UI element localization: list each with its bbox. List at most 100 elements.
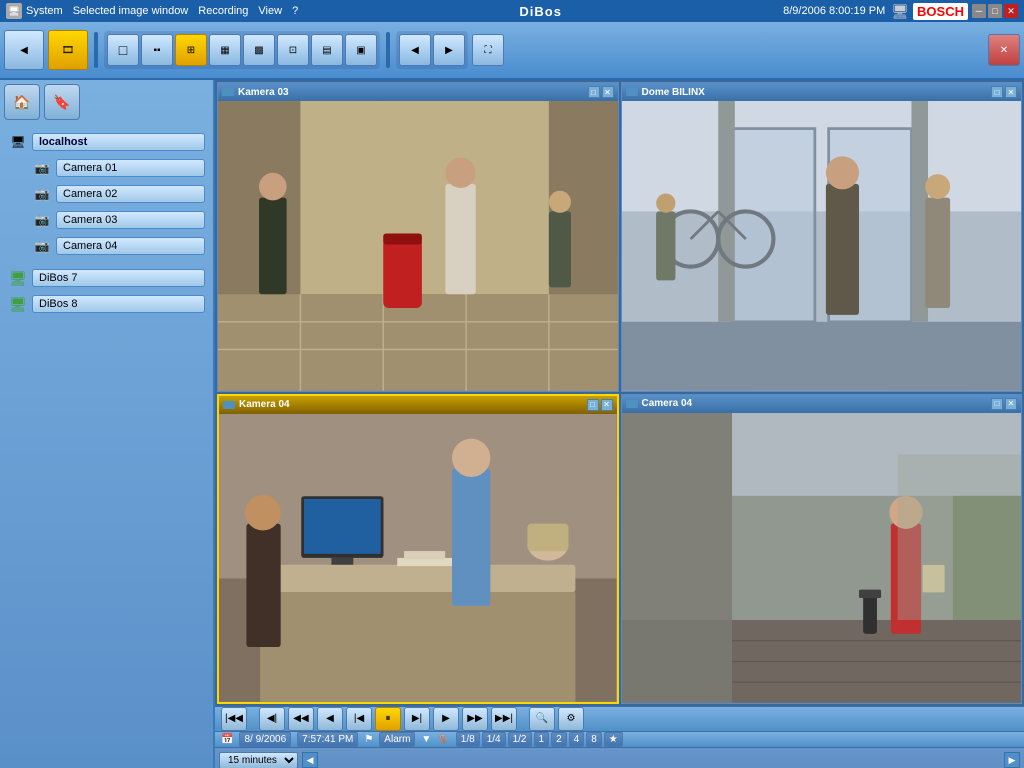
tree-label-camera02: Camera 02 bbox=[56, 185, 205, 203]
layout-9-button[interactable]: ⊡ bbox=[277, 34, 309, 66]
toolbar-back-button[interactable]: ◀ bbox=[4, 30, 44, 70]
pb-pause-button[interactable]: ⏸ bbox=[375, 707, 401, 731]
pb-fast-fwd-button[interactable]: ▶▶ bbox=[462, 707, 488, 731]
step-back-icon: |◀ bbox=[354, 713, 364, 724]
camera-icon-04: 📷 bbox=[32, 236, 52, 256]
cam-close-kamera04[interactable]: ✕ bbox=[601, 399, 613, 411]
cam-record-icon-kamera04 bbox=[223, 401, 235, 409]
fullscreen-button[interactable]: ⛶ bbox=[472, 34, 504, 66]
speed-2[interactable]: 2 bbox=[551, 732, 567, 747]
cam-minimize-kamera03[interactable]: □ bbox=[588, 86, 600, 98]
menu-bar: System Selected image window Recording V… bbox=[26, 5, 298, 17]
sidebar: 🏠 🔖 🖥 localhost 📷 Camera 01 📷 Camera 02 bbox=[0, 80, 215, 768]
camera-titlebar-kamera04: Kamera 04 □ ✕ bbox=[219, 396, 617, 414]
system-icon: 🖥 bbox=[6, 3, 22, 19]
tree-item-camera01[interactable]: 📷 Camera 01 bbox=[28, 156, 209, 180]
menu-system[interactable]: System bbox=[26, 5, 63, 17]
pb-step-back-button[interactable]: |◀ bbox=[346, 707, 372, 731]
camera-window-camera04[interactable]: Camera 04 □ ✕ bbox=[621, 394, 1023, 704]
speed-1-2[interactable]: 1/2 bbox=[508, 732, 532, 747]
pb-skip-start-button[interactable]: |◀◀ bbox=[221, 707, 247, 731]
close-view-icon: ✕ bbox=[1000, 45, 1008, 56]
speed-4[interactable]: 4 bbox=[569, 732, 585, 747]
bosch-logo: BOSCH bbox=[913, 3, 968, 20]
speed-1-4[interactable]: 1/4 bbox=[482, 732, 506, 747]
speed-max[interactable]: ★ bbox=[604, 732, 623, 747]
cam-record-icon-dome bbox=[626, 88, 638, 96]
layout-2-button[interactable]: ▪▪ bbox=[141, 34, 173, 66]
speed-1[interactable]: 1 bbox=[534, 732, 550, 747]
speed-1-8[interactable]: 1/8 bbox=[456, 732, 480, 747]
menu-selected-image[interactable]: Selected image window bbox=[73, 5, 189, 17]
pb-search-button[interactable]: 🔍 bbox=[529, 707, 555, 731]
tree-label-camera01: Camera 01 bbox=[56, 159, 205, 177]
speed-controls: 1/8 1/4 1/2 1 2 4 8 ★ bbox=[456, 732, 623, 747]
close-view-button[interactable]: ✕ bbox=[988, 34, 1020, 66]
cam-minimize-camera04[interactable]: □ bbox=[991, 398, 1003, 410]
pb-fast-back-button[interactable]: ◀◀ bbox=[288, 707, 314, 731]
camera-icon-02: 📷 bbox=[32, 184, 52, 204]
tree-item-dibos8[interactable]: 🖥 DiBos 8 bbox=[4, 292, 209, 316]
tree-item-camera04[interactable]: 📷 Camera 04 bbox=[28, 234, 209, 258]
cam-close-kamera03[interactable]: ✕ bbox=[602, 86, 614, 98]
prev-frame-icon: ◀ bbox=[326, 713, 334, 724]
cam-close-camera04[interactable]: ✕ bbox=[1005, 398, 1017, 410]
minimize-button[interactable]: ─ bbox=[972, 4, 986, 18]
tree-item-camera02[interactable]: 📷 Camera 02 bbox=[28, 182, 209, 206]
menu-view[interactable]: View bbox=[258, 5, 282, 17]
camera-grid: Kamera 03 □ ✕ bbox=[215, 80, 1024, 706]
datetime-display: 8/9/2006 8:00:19 PM bbox=[783, 5, 885, 17]
pb-prev-button[interactable]: ◀| bbox=[259, 707, 285, 731]
cam-close-dome[interactable]: ✕ bbox=[1005, 86, 1017, 98]
tree-item-localhost[interactable]: 🖥 localhost bbox=[4, 130, 209, 154]
toolbar-film-button[interactable]: 🎞 bbox=[48, 30, 88, 70]
pb-skip-end-button[interactable]: ▶▶| bbox=[491, 707, 517, 731]
pb-next-frame-button[interactable]: ▶ bbox=[433, 707, 459, 731]
layout-custom-button[interactable]: ▣ bbox=[345, 34, 377, 66]
playback-bar: |◀◀ ◀| ◀◀ ◀ |◀ ⏸ ▶| ▶ bbox=[215, 706, 1024, 731]
menu-recording[interactable]: Recording bbox=[198, 5, 248, 17]
timeline-scroll-left[interactable]: ◀ bbox=[302, 752, 318, 768]
sidebar-home-button[interactable]: 🏠 bbox=[4, 84, 40, 120]
close-button[interactable]: ✕ bbox=[1004, 4, 1018, 18]
layout-single-button[interactable]: □ bbox=[107, 34, 139, 66]
cam-minimize-kamera04[interactable]: □ bbox=[587, 399, 599, 411]
layout-4-button[interactable]: ⊞ bbox=[175, 34, 207, 66]
pb-settings-button[interactable]: ⚙ bbox=[558, 707, 584, 731]
pb-step-fwd-button[interactable]: ▶| bbox=[404, 707, 430, 731]
bookmark-icon: 🔖 bbox=[53, 94, 70, 111]
cam-title-kamera04: Kamera 04 bbox=[239, 399, 587, 410]
fast-back-icon: ◀◀ bbox=[293, 713, 308, 724]
timeline-range-select[interactable]: 15 minutes 30 minutes 1 hour bbox=[219, 752, 298, 768]
camera-icon-03: 📷 bbox=[32, 210, 52, 230]
cam-record-icon-camera04 bbox=[626, 400, 638, 408]
pb-prev-frame-button[interactable]: ◀ bbox=[317, 707, 343, 731]
camera-window-kamera03[interactable]: Kamera 03 □ ✕ bbox=[217, 82, 619, 392]
camera-window-kamera04[interactable]: Kamera 04 □ ✕ bbox=[217, 394, 619, 704]
camera-window-dome[interactable]: Dome BILINX □ ✕ bbox=[621, 82, 1023, 392]
camera-feed-kamera04 bbox=[219, 414, 617, 702]
tree-item-camera03[interactable]: 📷 Camera 03 bbox=[28, 208, 209, 232]
cam-minimize-dome[interactable]: □ bbox=[991, 86, 1003, 98]
search-icon: 🔍 bbox=[536, 713, 548, 724]
playback-time: 7:57:41 PM bbox=[297, 732, 358, 747]
maximize-button[interactable]: □ bbox=[988, 4, 1002, 18]
layout-16-button[interactable]: ▤ bbox=[311, 34, 343, 66]
layout-2-icon: ▪▪ bbox=[153, 45, 160, 56]
deer-icon: 🦌 bbox=[437, 734, 449, 745]
layout-8-button[interactable]: ▩ bbox=[243, 34, 275, 66]
layout-6-button[interactable]: ▦ bbox=[209, 34, 241, 66]
timeline-scroll-right[interactable]: ▶ bbox=[1004, 752, 1020, 768]
content-area: Kamera 03 □ ✕ bbox=[215, 80, 1024, 768]
toolbar: ◀ 🎞 □ ▪▪ ⊞ ▦ ▩ ⊡ ▤ ▣ bbox=[0, 22, 1024, 80]
cam-next-button[interactable]: ▶ bbox=[433, 34, 465, 66]
window-controls: ─ □ ✕ bbox=[972, 4, 1018, 18]
filter-dropdown-icon[interactable]: ▼ bbox=[421, 734, 431, 745]
settings-icon: ⚙ bbox=[567, 713, 576, 724]
toolbar-separator-2 bbox=[386, 32, 390, 68]
tree-item-dibos7[interactable]: 🖥 DiBos 7 bbox=[4, 266, 209, 290]
cam-prev-button[interactable]: ◀ bbox=[399, 34, 431, 66]
filter-label[interactable]: Alarm bbox=[379, 732, 415, 747]
speed-8[interactable]: 8 bbox=[586, 732, 602, 747]
sidebar-bookmark-button[interactable]: 🔖 bbox=[44, 84, 80, 120]
